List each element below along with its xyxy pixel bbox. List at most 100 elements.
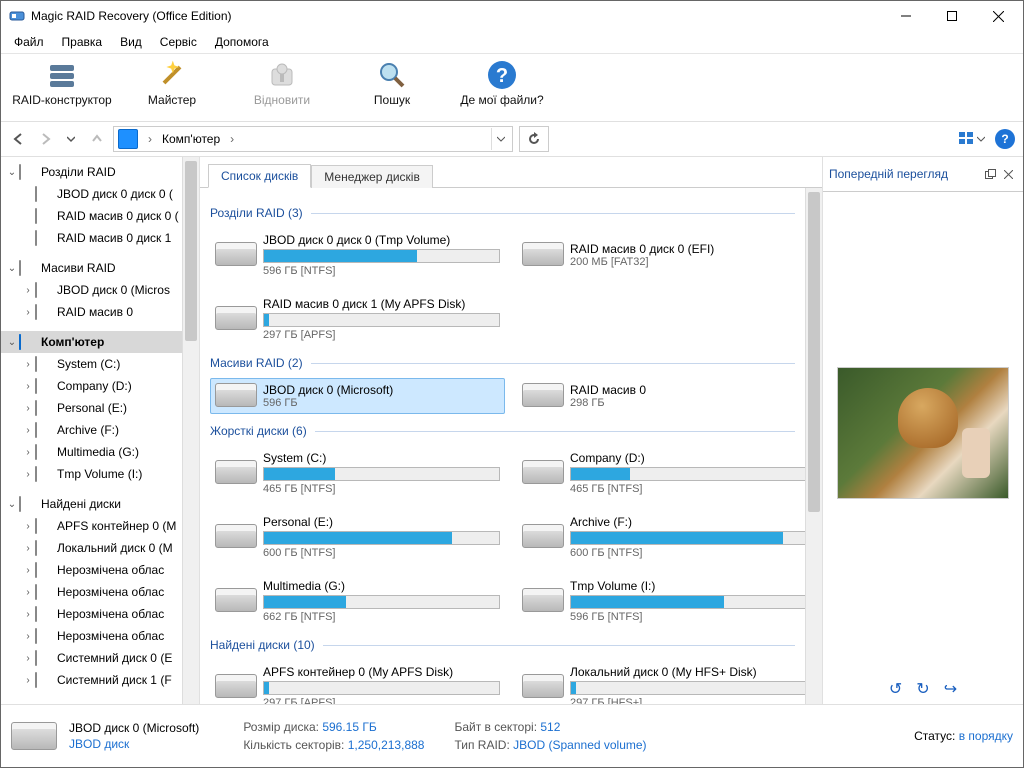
group-found[interactable]: Найдені диски (10)⌃ (210, 638, 812, 652)
app-icon (9, 8, 25, 24)
group-hdd[interactable]: Жорсткі диски (6)⌃ (210, 424, 812, 438)
disk-item[interactable]: System (C:)465 ГБ [NTFS] (210, 446, 505, 500)
disk-item[interactable]: Multimedia (G:)662 ГБ [NTFS] (210, 574, 505, 628)
disk-item[interactable]: Локальний диск 0 (My HFS+ Disk)297 ГБ [H… (517, 660, 812, 704)
tree-item[interactable]: ›Нерозмічена облас (1, 603, 199, 625)
disk-item[interactable]: RAID масив 0 диск 0 (EFI)200 МБ [FAT32] (517, 228, 812, 282)
toolbar-search[interactable]: Пошук (337, 59, 447, 107)
group-raid-parts[interactable]: Розділи RAID (3)⌃ (210, 206, 812, 220)
minimize-button[interactable] (883, 1, 929, 31)
status-name: JBOD диск 0 (Microsoft) JBOD диск (69, 721, 199, 751)
disk-sub: 465 ГБ [NTFS] (570, 483, 807, 495)
tree-item[interactable]: ›Company (D:) (1, 375, 199, 397)
disk-title: RAID масив 0 диск 1 (My APFS Disk) (263, 297, 500, 311)
refresh-button[interactable] (519, 126, 549, 152)
group-raid-arrays[interactable]: Масиви RAID (2)⌃ (210, 356, 812, 370)
menu-view[interactable]: Вид (111, 33, 151, 51)
toolbar-wizard[interactable]: Майстер (117, 59, 227, 107)
preview-close[interactable] (999, 165, 1017, 183)
titlebar: Magic RAID Recovery (Office Edition) (1, 1, 1023, 31)
tree-item[interactable]: ›Tmp Volume (I:) (1, 463, 199, 485)
disk-icon (11, 722, 55, 750)
list-scrollbar[interactable] (805, 188, 822, 704)
sidebar-scrollbar[interactable] (182, 157, 199, 704)
rotate-left-icon[interactable]: ↺ (889, 679, 902, 699)
preview-panel: Попередній перегляд ↺ ↻ ↪ (822, 157, 1023, 704)
menu-service[interactable]: Сервіс (151, 33, 206, 51)
tree[interactable]: ⌄Розділи RAID ›JBOD диск 0 диск 0 ( ›RAI… (1, 157, 199, 704)
tree-item[interactable]: ›Multimedia (G:) (1, 441, 199, 463)
help-button[interactable]: ? (995, 129, 1015, 149)
body: ⌄Розділи RAID ›JBOD диск 0 диск 0 ( ›RAI… (1, 157, 1023, 704)
chevron-down-icon (977, 135, 985, 143)
menu-edit[interactable]: Правка (53, 33, 112, 51)
tree-item[interactable]: ›APFS контейнер 0 (M (1, 515, 199, 537)
preview-popout[interactable] (981, 165, 999, 183)
tab-disk-manager[interactable]: Менеджер дисків (311, 165, 433, 188)
question-icon: ? (486, 59, 518, 91)
tree-item[interactable]: ›Archive (F:) (1, 419, 199, 441)
tree-item[interactable]: ›Локальний диск 0 (M (1, 537, 199, 559)
nav-history-dropdown[interactable] (61, 128, 81, 150)
toolbar-raid-constructor[interactable]: RAID-конструктор (7, 59, 117, 107)
tree-section-found[interactable]: ⌄Найдені диски (1, 493, 199, 515)
menu-help[interactable]: Допомога (206, 33, 278, 51)
toolbar-where-files[interactable]: ? Де мої файли? (447, 59, 557, 107)
breadcrumb-root[interactable]: Комп'ютер (160, 132, 222, 146)
disk-item[interactable]: Personal (E:)600 ГБ [NTFS] (210, 510, 505, 564)
tree-item[interactable]: ›Нерозмічена облас (1, 581, 199, 603)
computer-icon (118, 129, 138, 149)
disk-sub: 662 ГБ [NTFS] (263, 611, 500, 623)
maximize-button[interactable] (929, 1, 975, 31)
toolbar-recover[interactable]: Відновити (227, 59, 337, 107)
usage-bar (570, 531, 807, 545)
tab-disk-list[interactable]: Список дисків (208, 164, 311, 188)
tree-item[interactable]: ›Системний диск 0 (E (1, 647, 199, 669)
disk-item[interactable]: Tmp Volume (I:) 596 ГБ [NTFS] (517, 574, 812, 628)
disk-item[interactable]: RAID масив 0 диск 1 (My APFS Disk)297 ГБ… (210, 292, 505, 346)
nav-forward[interactable] (35, 128, 55, 150)
disk-item[interactable]: JBOD диск 0 диск 0 (Tmp Volume)596 ГБ [N… (210, 228, 505, 282)
disk-item[interactable]: RAID масив 0298 ГБ (517, 378, 812, 414)
disk-item[interactable]: Archive (F:)600 ГБ [NTFS] (517, 510, 812, 564)
tree-section-computer[interactable]: ⌄Комп'ютер (1, 331, 199, 353)
disk-title: System (C:) (263, 451, 500, 465)
tree-section-raid-parts[interactable]: ⌄Розділи RAID (1, 161, 199, 183)
menu-file[interactable]: Файл (5, 33, 53, 51)
tree-item[interactable]: ›Нерозмічена облас (1, 625, 199, 647)
tree-item[interactable]: ›Personal (E:) (1, 397, 199, 419)
nav-up[interactable] (87, 128, 107, 150)
nav-back[interactable] (9, 128, 29, 150)
chevron-right-icon: › (144, 132, 156, 146)
disk-item[interactable]: APFS контейнер 0 (My APFS Disk)297 ГБ [A… (210, 660, 505, 704)
disk-sub: 596 ГБ [NTFS] (570, 611, 807, 623)
tree-item[interactable]: ›JBOD диск 0 диск 0 ( (1, 183, 199, 205)
close-button[interactable] (975, 1, 1021, 31)
disk-title: Tmp Volume (I:) (570, 579, 807, 593)
tree-item[interactable]: ›RAID масив 0 диск 0 ( (1, 205, 199, 227)
tree-item[interactable]: ›JBOD диск 0 (Micros (1, 279, 199, 301)
disk-sub: 298 ГБ (570, 397, 807, 409)
tree-item[interactable]: ›RAID масив 0 (1, 301, 199, 323)
usage-bar (263, 531, 500, 545)
breadcrumb[interactable]: › Комп'ютер › (113, 126, 513, 152)
disk-title: RAID масив 0 диск 0 (EFI) (570, 242, 807, 256)
breadcrumb-dropdown[interactable] (491, 128, 510, 150)
navbar: › Комп'ютер › ? (1, 122, 1023, 157)
disk-item[interactable]: JBOD диск 0 (Microsoft)596 ГБ (210, 378, 505, 414)
redo-icon[interactable]: ↪ (944, 679, 957, 699)
preview-body (823, 192, 1023, 674)
tree-item[interactable]: ›Нерозмічена облас (1, 559, 199, 581)
tree-item[interactable]: ›Системний диск 1 (F (1, 669, 199, 691)
tabs: Список дисків Менеджер дисків (200, 157, 822, 188)
disk-icon (215, 460, 255, 486)
rotate-right-icon[interactable]: ↻ (916, 679, 929, 699)
tree-item[interactable]: ›RAID масив 0 диск 1 (1, 227, 199, 249)
disk-item[interactable]: Company (D:)465 ГБ [NTFS] (517, 446, 812, 500)
view-mode-dropdown[interactable] (955, 128, 989, 150)
tree-section-raid-arrays[interactable]: ⌄Масиви RAID (1, 257, 199, 279)
tree-item[interactable]: ›System (C:) (1, 353, 199, 375)
disk-list[interactable]: Розділи RAID (3)⌃ JBOD диск 0 диск 0 (Tm… (200, 188, 822, 704)
disk-sub: 297 ГБ [APFS] (263, 697, 500, 704)
disk-icon (215, 306, 255, 332)
